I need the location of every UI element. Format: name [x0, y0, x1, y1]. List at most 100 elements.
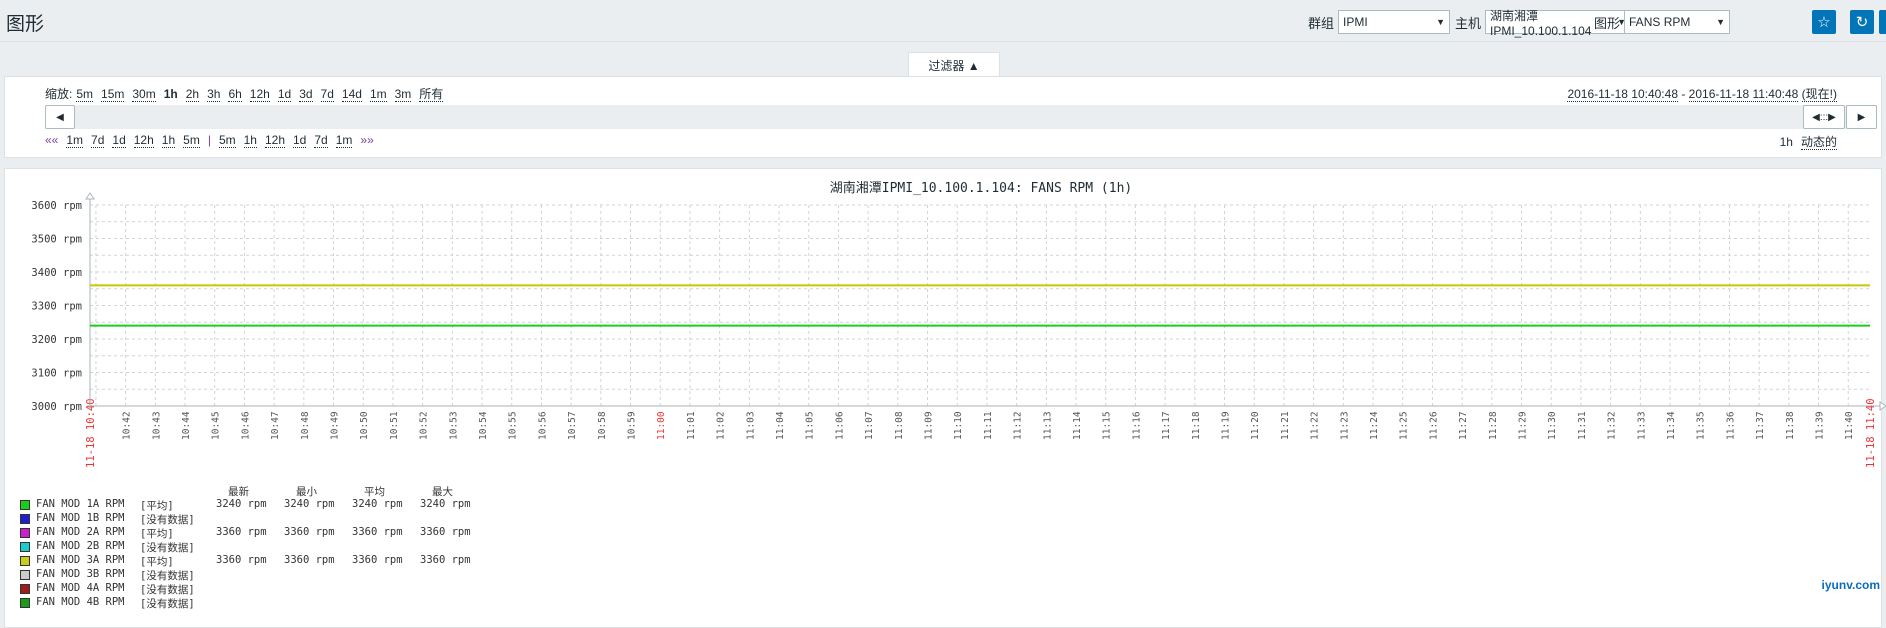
x-tick-label: 11:36 — [1725, 411, 1736, 440]
legend-item-name: FAN MOD 2B RPM — [36, 540, 125, 552]
legend-color-swatch — [20, 528, 30, 538]
legend-item-function: [没有数据] — [140, 514, 195, 526]
x-tick-label: 10:57 — [567, 411, 578, 440]
x-tick-label: 10:59 — [627, 411, 638, 440]
legend-color-swatch — [20, 514, 30, 524]
x-tick-label: 11:37 — [1755, 411, 1766, 440]
x-tick-label: 11:13 — [1042, 411, 1053, 440]
x-tick-label: 11:26 — [1428, 411, 1439, 440]
x-tick-label: 11:06 — [834, 411, 845, 440]
y-tick-label: 3000 rpm — [31, 401, 82, 413]
x-tick-label: 11:00 — [656, 411, 667, 440]
legend-item-value: 3360 rpm — [284, 554, 335, 566]
x-tick-label: 11:16 — [1131, 411, 1142, 440]
legend-color-swatch — [20, 556, 30, 566]
x-tick-label: 11:22 — [1310, 411, 1321, 440]
x-tick-label: 11:29 — [1518, 411, 1529, 440]
y-axis-arrow-icon — [85, 192, 95, 200]
legend-item-value: 3240 rpm — [352, 498, 403, 510]
legend-header: 最小 — [296, 486, 317, 498]
y-tick-label: 3600 rpm — [31, 200, 82, 212]
x-tick-label: 11:25 — [1399, 411, 1410, 440]
x-tick-label: 11:35 — [1696, 411, 1707, 440]
legend-item-name: FAN MOD 4A RPM — [36, 582, 125, 594]
x-tick-label: 11:15 — [1102, 411, 1113, 440]
legend-item-function: [平均] — [140, 528, 174, 540]
y-tick-label: 3400 rpm — [31, 267, 82, 279]
legend-item-value: 3360 rpm — [352, 554, 403, 566]
legend-color-swatch — [20, 500, 30, 510]
legend-item-name: FAN MOD 4B RPM — [36, 596, 125, 608]
legend-item-value: 3360 rpm — [420, 526, 471, 538]
legend-item-function: [没有数据] — [140, 584, 195, 596]
legend-item-value: 3240 rpm — [216, 498, 267, 510]
x-tick-label: 11:20 — [1250, 411, 1261, 440]
x-tick-label: 10:48 — [300, 411, 311, 440]
legend-item-value: 3360 rpm — [216, 526, 267, 538]
x-tick-label: 10:55 — [508, 411, 519, 440]
x-tick-label: 11:04 — [775, 411, 786, 440]
x-tick-label: 10:45 — [211, 411, 222, 440]
legend-item-value: 3240 rpm — [420, 498, 471, 510]
legend-item-name: FAN MOD 3A RPM — [36, 554, 125, 566]
legend-item-value: 3360 rpm — [284, 526, 335, 538]
x-tick-label: 11:23 — [1339, 411, 1350, 440]
x-tick-label: 10:44 — [181, 411, 192, 440]
x-tick-label: 11:27 — [1458, 411, 1469, 440]
chart-title: 湖南湘潭IPMI_10.100.1.104: FANS RPM (1h) — [830, 180, 1132, 196]
y-tick-label: 3300 rpm — [31, 301, 82, 313]
legend-item-value: 3360 rpm — [352, 526, 403, 538]
x-tick-label: 11:19 — [1221, 411, 1232, 440]
legend-item-name: FAN MOD 1B RPM — [36, 512, 125, 524]
x-tick-label: 11:02 — [716, 411, 727, 440]
x-tick-label: 10:49 — [330, 411, 341, 440]
legend-item-function: [平均] — [140, 500, 174, 512]
x-end-label: 11-18 11:40 — [1865, 398, 1877, 468]
x-tick-label: 10:58 — [597, 411, 608, 440]
x-tick-label: 10:47 — [270, 411, 281, 440]
x-tick-label: 10:46 — [240, 411, 251, 440]
x-tick-label: 11:03 — [745, 411, 756, 440]
x-tick-label: 11:40 — [1844, 411, 1855, 440]
legend-item-name: FAN MOD 3B RPM — [36, 568, 125, 580]
legend-item-name: FAN MOD 2A RPM — [36, 526, 125, 538]
x-tick-label: 11:28 — [1488, 411, 1499, 440]
legend-item-function: [没有数据] — [140, 598, 195, 610]
fans-rpm-chart: 湖南湘潭IPMI_10.100.1.104: FANS RPM (1h) 3600… — [31, 180, 1886, 468]
legend-item-function: [没有数据] — [140, 542, 195, 554]
x-tick-label: 11:07 — [864, 411, 875, 440]
x-tick-label: 11:17 — [1161, 411, 1172, 440]
x-tick-label: 10:50 — [359, 411, 370, 440]
x-tick-label: 11:01 — [686, 411, 697, 440]
x-tick-label: 11:39 — [1815, 411, 1826, 440]
x-axis-arrow-icon — [1879, 401, 1886, 411]
legend-item-name: FAN MOD 1A RPM — [36, 498, 125, 510]
x-tick-label: 11:10 — [953, 411, 964, 440]
x-tick-label: 11:05 — [805, 411, 816, 440]
legend-item-function: [平均] — [140, 556, 174, 568]
y-tick-label: 3100 rpm — [31, 368, 82, 380]
x-tick-label: 10:42 — [122, 411, 133, 440]
x-tick-label: 10:51 — [389, 411, 400, 440]
watermark-logo: iyunv.com — [1821, 578, 1880, 592]
legend-color-swatch — [20, 584, 30, 594]
x-tick-label: 11:32 — [1607, 411, 1618, 440]
y-tick-label: 3500 rpm — [31, 234, 82, 246]
x-tick-label: 11:38 — [1785, 411, 1796, 440]
legend-item-value: 3360 rpm — [420, 554, 471, 566]
x-tick-label: 11:21 — [1280, 411, 1291, 440]
x-tick-label: 11:11 — [983, 411, 994, 440]
legend-header: 最大 — [432, 486, 453, 498]
legend-header: 最新 — [228, 486, 249, 498]
legend-color-swatch — [20, 570, 30, 580]
x-tick-label: 10:54 — [478, 411, 489, 440]
legend-item-value: 3360 rpm — [216, 554, 267, 566]
x-tick-label: 11:33 — [1636, 411, 1647, 440]
legend-color-swatch — [20, 542, 30, 552]
y-tick-label: 3200 rpm — [31, 334, 82, 346]
x-tick-label: 11:14 — [1072, 411, 1083, 440]
legend-item-function: [没有数据] — [140, 570, 195, 582]
x-tick-label: 11:24 — [1369, 411, 1380, 440]
x-tick-label: 10:43 — [151, 411, 162, 440]
x-tick-label: 11:18 — [1191, 411, 1202, 440]
